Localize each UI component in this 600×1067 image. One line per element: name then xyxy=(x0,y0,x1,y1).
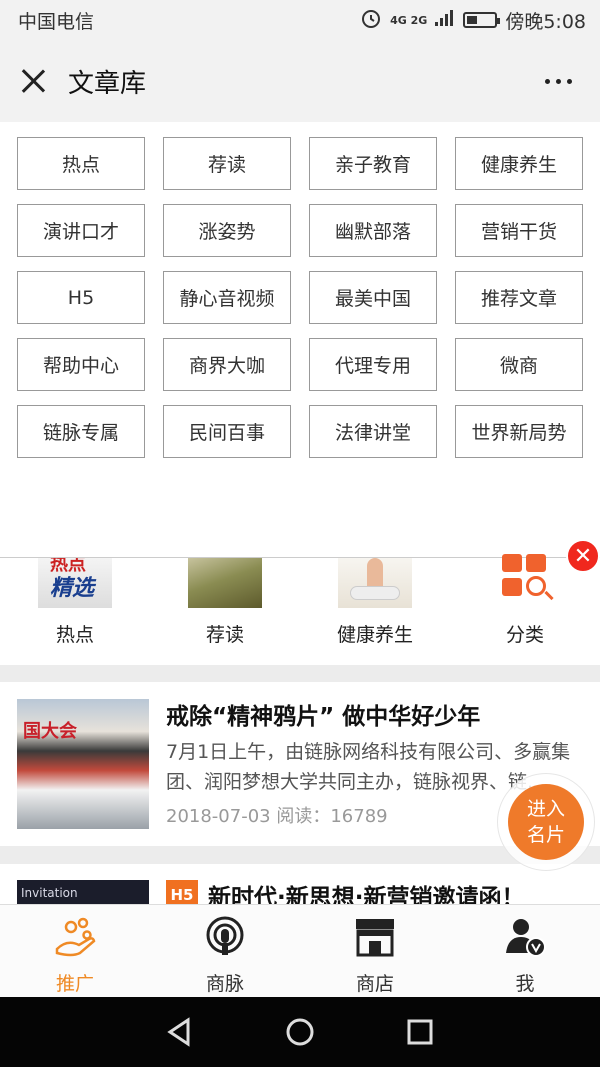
article-thumbnail: 国大会 xyxy=(17,699,149,829)
close-icon[interactable] xyxy=(18,66,48,96)
fab-label-line2: 名片 xyxy=(526,824,565,846)
quick-nav-health[interactable]: 健康养生 xyxy=(315,558,435,647)
status-bar: 中国电信 4G 2G 傍晚5:08 xyxy=(0,0,600,40)
tab-label: 我 xyxy=(515,973,535,995)
system-nav-bar xyxy=(0,997,600,1067)
battery-icon xyxy=(463,12,501,28)
h5-badge-icon: H5 xyxy=(166,880,198,904)
home-circle-icon[interactable] xyxy=(280,1012,320,1052)
status-icons: 4G 2G 傍晚5:08 xyxy=(360,7,586,34)
tab-me[interactable]: 我 xyxy=(450,905,600,997)
quick-nav-category[interactable]: 分类 xyxy=(465,554,585,647)
article-date: 2018-07-03 xyxy=(166,806,271,827)
category-button[interactable]: 最美中国 xyxy=(309,271,437,324)
category-button[interactable]: 亲子教育 xyxy=(309,137,437,190)
tab-promote[interactable]: 推广 xyxy=(0,905,150,997)
category-grid: 热点 荐读 亲子教育 健康养生演讲口才 涨姿势 幽默部落 营销干货 H5 静心音视频 最美中国 推荐… xyxy=(0,122,600,458)
hot-picks-thumbnail: 热点 精选 xyxy=(38,558,112,608)
article-card[interactable]: Invitation H5 新时代·新思想·新营销邀请函！ xyxy=(0,864,600,904)
category-button[interactable]: 荐读 xyxy=(163,137,291,190)
category-button[interactable]: 法律讲堂 xyxy=(309,405,437,458)
category-button[interactable]: 链脉专属 xyxy=(17,405,145,458)
category-button[interactable]: 推荐文章 xyxy=(455,271,583,324)
tab-store[interactable]: 商店 xyxy=(300,905,450,997)
tab-label: 推广 xyxy=(55,973,94,995)
quick-nav-label: 热点 xyxy=(55,624,94,646)
category-button[interactable]: 世界新局势 xyxy=(455,405,583,458)
category-button[interactable]: 幽默部落 xyxy=(309,204,437,257)
quick-nav: 热点 精选 热点 荐读 健康养生 分类 xyxy=(0,554,600,665)
quick-nav-hot[interactable]: 热点 精选 热点 xyxy=(15,558,135,647)
article-title: 新时代·新思想·新营销邀请函！ xyxy=(208,885,525,904)
thumbnail-text: Invitation xyxy=(21,886,78,900)
more-options-icon[interactable] xyxy=(545,78,572,84)
podcast-icon xyxy=(203,915,247,959)
thumbnail-text: 精选 xyxy=(50,576,95,601)
tab-network[interactable]: 商脉 xyxy=(150,905,300,997)
article-title: 戒除“精神鸦片” 做中华好少年 xyxy=(166,704,481,730)
back-triangle-icon[interactable] xyxy=(160,1012,200,1052)
article-reads-count: 16789 xyxy=(330,806,388,827)
quick-nav-label: 分类 xyxy=(505,624,544,646)
category-button[interactable]: 静心音视频 xyxy=(163,271,291,324)
promote-hand-icon xyxy=(53,915,97,959)
quick-nav-label: 荐读 xyxy=(205,624,244,646)
category-button[interactable]: 微商 xyxy=(455,338,583,391)
category-button[interactable]: 健康养生 xyxy=(455,137,583,190)
book-thumbnail xyxy=(188,558,262,608)
tab-label: 商脉 xyxy=(205,973,244,995)
yoga-thumbnail xyxy=(338,558,412,608)
category-button[interactable]: 演讲口才 xyxy=(17,204,145,257)
network-type-label: 4G 2G xyxy=(390,13,428,27)
article-meta: 2018-07-03 阅读：16789 xyxy=(166,802,388,828)
alarm-icon xyxy=(360,7,382,34)
recents-square-icon[interactable] xyxy=(400,1012,440,1052)
quick-nav-label: 健康养生 xyxy=(336,624,413,646)
page-title: 文章库 xyxy=(68,68,147,99)
article-thumbnail: Invitation xyxy=(17,880,149,904)
article-reads-label: 阅读： xyxy=(276,806,331,827)
user-verified-icon xyxy=(503,915,547,959)
clock-label: 傍晚5:08 xyxy=(505,10,586,33)
category-button[interactable]: 代理专用 xyxy=(309,338,437,391)
category-search-icon xyxy=(488,554,562,608)
category-button[interactable]: 涨姿势 xyxy=(163,204,291,257)
enter-business-card-button[interactable]: 进入 名片 xyxy=(497,773,595,871)
signal-icon xyxy=(435,9,455,31)
category-button[interactable]: 营销干货 xyxy=(455,204,583,257)
category-button[interactable]: H5 xyxy=(17,271,145,324)
category-button[interactable]: 民间百事 xyxy=(163,405,291,458)
fab-label-line1: 进入 xyxy=(526,798,565,820)
tab-label: 商店 xyxy=(355,973,394,995)
thumbnail-text: 国大会 xyxy=(23,721,77,742)
category-button[interactable]: 商界大咖 xyxy=(163,338,291,391)
close-overlay-icon[interactable]: ✕ xyxy=(566,539,600,573)
store-icon xyxy=(353,915,397,959)
category-button[interactable]: 帮助中心 xyxy=(17,338,145,391)
bottom-tab-bar: 推广 商脉 商店 我 xyxy=(0,904,600,997)
carrier-label: 中国电信 xyxy=(18,10,95,33)
category-button[interactable]: 热点 xyxy=(17,137,145,190)
category-panel: 热点 荐读 亲子教育 健康养生演讲口才 涨姿势 幽默部落 营销干货 H5 静心音视频 最美中国 推荐… xyxy=(0,122,600,558)
title-bar: 文章库 xyxy=(0,40,600,122)
quick-nav-recommended[interactable]: 荐读 xyxy=(165,558,285,647)
